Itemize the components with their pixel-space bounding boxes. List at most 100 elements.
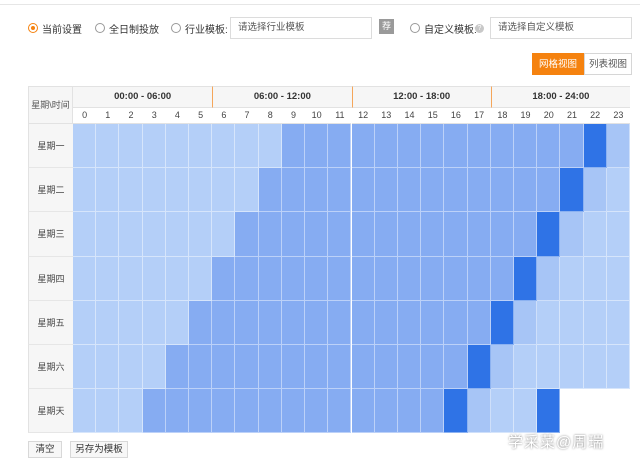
schedule-cell[interactable] bbox=[351, 124, 375, 169]
schedule-cell[interactable] bbox=[421, 345, 445, 390]
hour-header[interactable]: 21 bbox=[560, 108, 584, 124]
schedule-cell[interactable] bbox=[165, 389, 190, 434]
schedule-cell[interactable] bbox=[397, 124, 422, 169]
schedule-cell[interactable] bbox=[444, 345, 468, 390]
schedule-cell[interactable] bbox=[235, 345, 259, 390]
schedule-cell[interactable] bbox=[73, 256, 97, 301]
schedule-cell[interactable] bbox=[235, 389, 259, 434]
schedule-cell[interactable] bbox=[397, 256, 422, 301]
schedule-cell[interactable] bbox=[73, 345, 97, 390]
schedule-cell[interactable] bbox=[537, 345, 561, 390]
hour-header[interactable]: 8 bbox=[258, 108, 282, 124]
schedule-cell[interactable] bbox=[374, 212, 398, 257]
schedule-cell[interactable] bbox=[305, 124, 329, 169]
schedule-cell[interactable] bbox=[142, 256, 166, 301]
day-label[interactable]: 星期一 bbox=[28, 124, 73, 169]
schedule-cell[interactable] bbox=[258, 389, 282, 434]
schedule-cell[interactable] bbox=[328, 300, 352, 345]
hour-header[interactable]: 4 bbox=[165, 108, 190, 124]
schedule-cell[interactable] bbox=[73, 124, 97, 169]
schedule-cell[interactable] bbox=[351, 212, 375, 257]
schedule-cell[interactable] bbox=[235, 212, 259, 257]
day-label[interactable]: 星期六 bbox=[28, 345, 73, 390]
schedule-cell[interactable] bbox=[73, 212, 97, 257]
hour-header[interactable]: 19 bbox=[513, 108, 538, 124]
schedule-cell[interactable] bbox=[305, 389, 329, 434]
schedule-cell[interactable] bbox=[258, 256, 282, 301]
schedule-cell[interactable] bbox=[351, 389, 375, 434]
schedule-cell[interactable] bbox=[490, 256, 514, 301]
schedule-cell[interactable] bbox=[235, 124, 259, 169]
schedule-cell[interactable] bbox=[328, 124, 352, 169]
schedule-cell[interactable] bbox=[490, 124, 514, 169]
schedule-cell[interactable] bbox=[96, 168, 120, 213]
radio-current[interactable] bbox=[28, 23, 38, 33]
schedule-cell[interactable] bbox=[513, 124, 538, 169]
hour-header[interactable]: 1 bbox=[96, 108, 120, 124]
schedule-cell[interactable] bbox=[142, 212, 166, 257]
hour-header[interactable]: 18 bbox=[490, 108, 514, 124]
schedule-cell[interactable] bbox=[351, 300, 375, 345]
schedule-cell[interactable] bbox=[212, 168, 236, 213]
schedule-cell[interactable] bbox=[212, 345, 236, 390]
schedule-cell[interactable] bbox=[374, 345, 398, 390]
hour-header[interactable]: 10 bbox=[305, 108, 329, 124]
hour-header[interactable]: 15 bbox=[421, 108, 445, 124]
schedule-cell[interactable] bbox=[374, 300, 398, 345]
schedule-cell[interactable] bbox=[374, 389, 398, 434]
schedule-cell[interactable] bbox=[305, 168, 329, 213]
schedule-cell[interactable] bbox=[165, 300, 190, 345]
schedule-cell[interactable] bbox=[467, 168, 491, 213]
schedule-cell[interactable] bbox=[73, 300, 97, 345]
schedule-cell[interactable] bbox=[513, 168, 538, 213]
schedule-cell[interactable] bbox=[467, 212, 491, 257]
schedule-cell[interactable] bbox=[467, 256, 491, 301]
schedule-cell[interactable] bbox=[444, 124, 468, 169]
schedule-cell[interactable] bbox=[537, 300, 561, 345]
clear-button[interactable]: 清空 bbox=[28, 441, 62, 458]
schedule-cell[interactable] bbox=[560, 300, 584, 345]
schedule-cell[interactable] bbox=[606, 124, 630, 169]
hour-header[interactable]: 22 bbox=[583, 108, 607, 124]
schedule-cell[interactable] bbox=[189, 124, 213, 169]
hour-header[interactable]: 17 bbox=[467, 108, 491, 124]
schedule-cell[interactable] bbox=[583, 168, 607, 213]
schedule-cell[interactable] bbox=[165, 256, 190, 301]
schedule-cell[interactable] bbox=[119, 256, 143, 301]
schedule-cell[interactable] bbox=[258, 300, 282, 345]
radio-all-day[interactable] bbox=[95, 23, 105, 33]
schedule-cell[interactable] bbox=[490, 389, 514, 434]
schedule-cell[interactable] bbox=[513, 389, 538, 434]
schedule-cell[interactable] bbox=[119, 389, 143, 434]
schedule-cell[interactable] bbox=[189, 300, 213, 345]
schedule-cell[interactable] bbox=[73, 168, 97, 213]
schedule-cell[interactable] bbox=[397, 345, 422, 390]
schedule-cell[interactable] bbox=[467, 389, 491, 434]
schedule-cell[interactable] bbox=[189, 212, 213, 257]
schedule-cell[interactable] bbox=[281, 212, 306, 257]
schedule-cell[interactable] bbox=[560, 256, 584, 301]
schedule-cell[interactable] bbox=[119, 124, 143, 169]
schedule-cell[interactable] bbox=[490, 168, 514, 213]
schedule-cell[interactable] bbox=[235, 300, 259, 345]
schedule-cell[interactable] bbox=[374, 168, 398, 213]
option-all-day[interactable]: 全日制投放 bbox=[95, 20, 159, 36]
schedule-cell[interactable] bbox=[305, 212, 329, 257]
schedule-cell[interactable] bbox=[119, 300, 143, 345]
schedule-cell[interactable] bbox=[119, 168, 143, 213]
schedule-cell[interactable] bbox=[96, 256, 120, 301]
hour-header[interactable]: 11 bbox=[328, 108, 352, 124]
schedule-cell[interactable] bbox=[351, 168, 375, 213]
schedule-cell[interactable] bbox=[537, 124, 561, 169]
day-label[interactable]: 星期三 bbox=[28, 212, 73, 257]
schedule-cell[interactable] bbox=[583, 256, 607, 301]
schedule-cell[interactable] bbox=[142, 300, 166, 345]
schedule-cell[interactable] bbox=[165, 212, 190, 257]
schedule-cell[interactable] bbox=[606, 345, 630, 390]
schedule-cell[interactable] bbox=[165, 124, 190, 169]
schedule-cell[interactable] bbox=[537, 256, 561, 301]
schedule-cell[interactable] bbox=[444, 256, 468, 301]
schedule-cell[interactable] bbox=[305, 256, 329, 301]
schedule-cell[interactable] bbox=[583, 300, 607, 345]
schedule-cell[interactable] bbox=[142, 345, 166, 390]
